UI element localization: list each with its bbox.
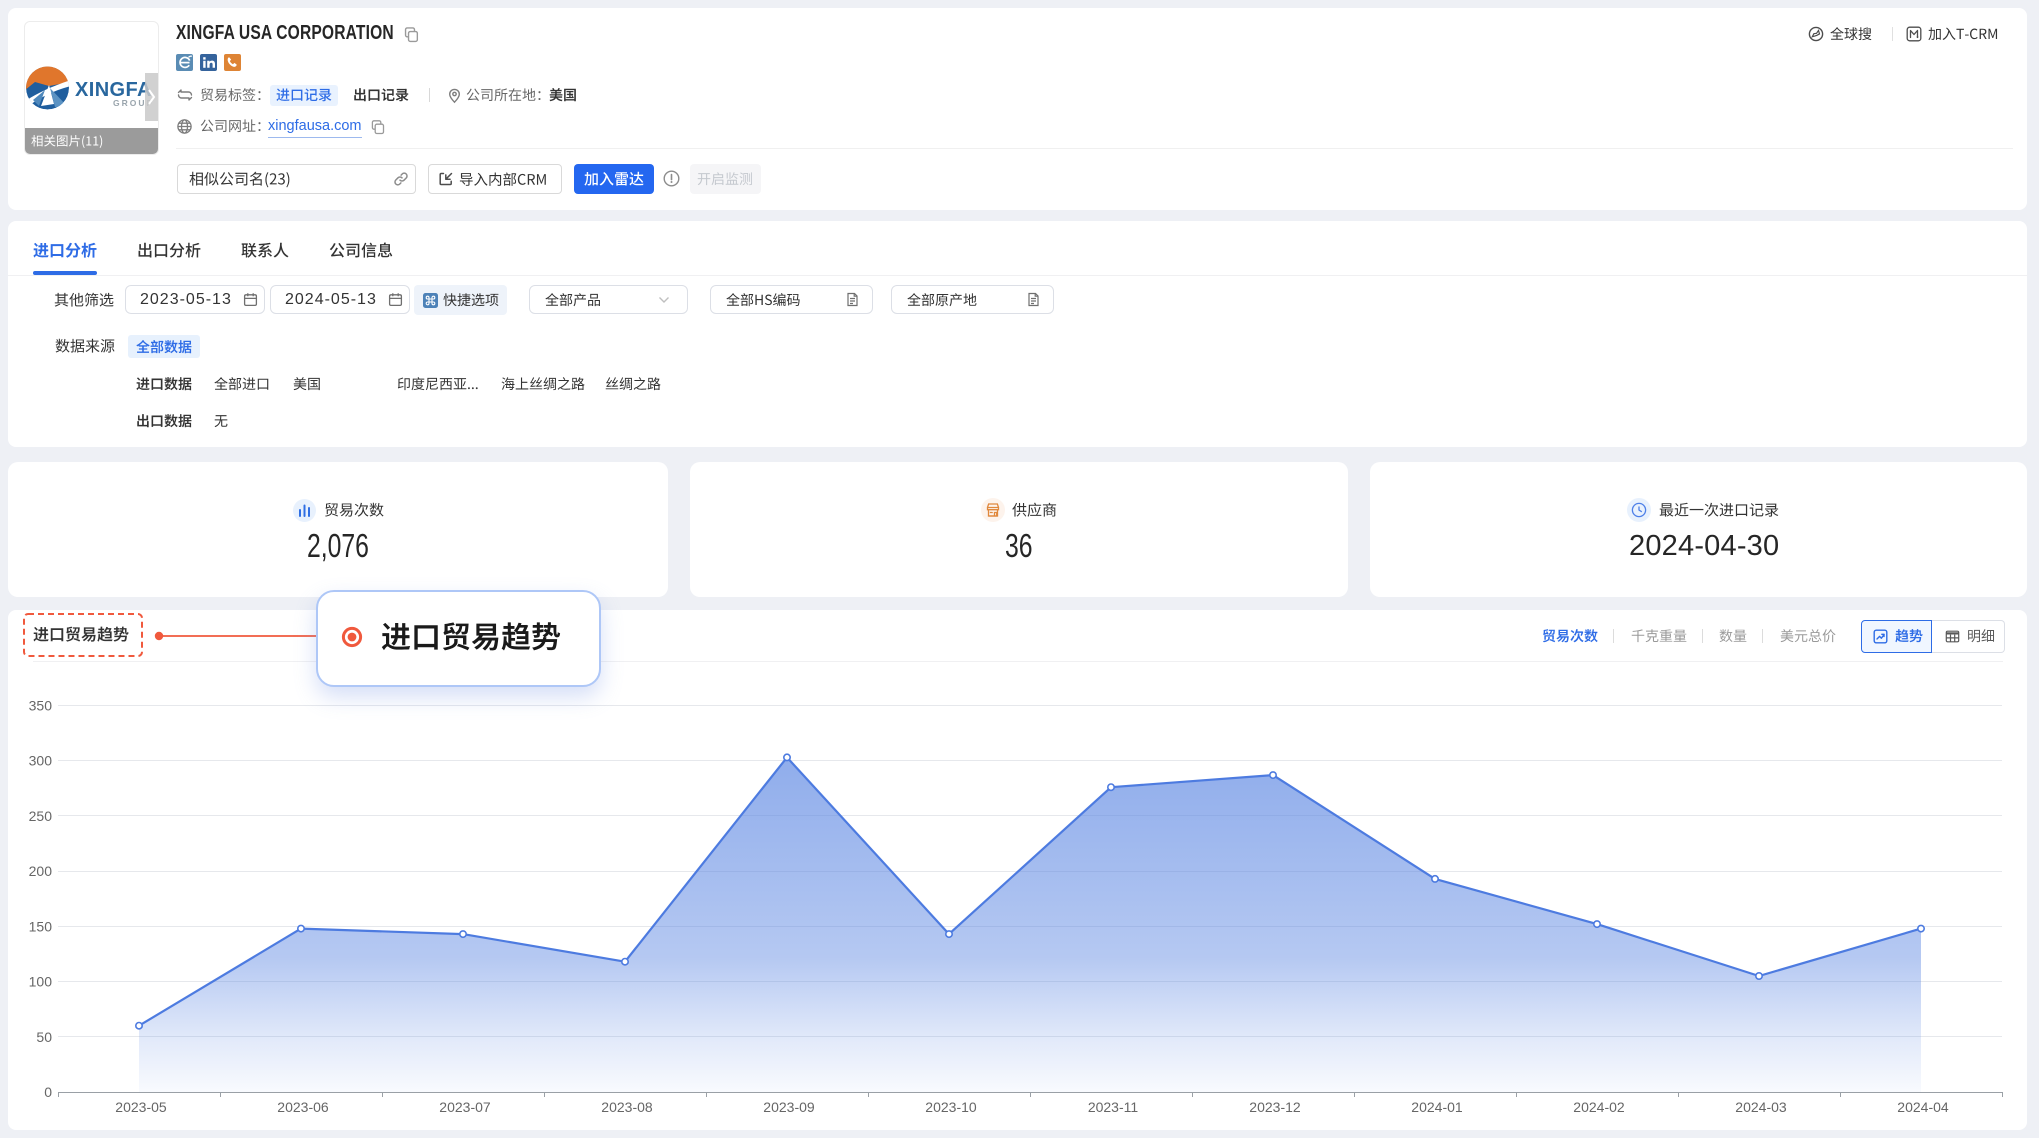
svg-text:2023-11: 2023-11 <box>1088 1099 1139 1115</box>
svg-text:2024-01: 2024-01 <box>1411 1099 1463 1115</box>
svg-text:2023-12: 2023-12 <box>1249 1099 1301 1115</box>
svg-text:2024-03: 2024-03 <box>1735 1099 1787 1115</box>
svg-text:2024-02: 2024-02 <box>1573 1099 1625 1115</box>
svg-text:2023-10: 2023-10 <box>925 1099 977 1115</box>
svg-text:2023-05: 2023-05 <box>115 1099 167 1115</box>
svg-text:2023-06: 2023-06 <box>277 1099 329 1115</box>
svg-text:350: 350 <box>29 698 53 714</box>
svg-text:150: 150 <box>29 918 53 934</box>
svg-text:2023-08: 2023-08 <box>601 1099 653 1115</box>
svg-text:2023-09: 2023-09 <box>763 1099 815 1115</box>
svg-text:2023-07: 2023-07 <box>439 1099 491 1115</box>
svg-text:100: 100 <box>29 974 53 990</box>
svg-text:50: 50 <box>36 1029 52 1045</box>
svg-text:200: 200 <box>29 863 53 879</box>
svg-text:2024-04: 2024-04 <box>1897 1099 1949 1115</box>
svg-text:300: 300 <box>29 753 53 769</box>
svg-text:0: 0 <box>44 1084 52 1100</box>
svg-text:250: 250 <box>29 808 53 824</box>
